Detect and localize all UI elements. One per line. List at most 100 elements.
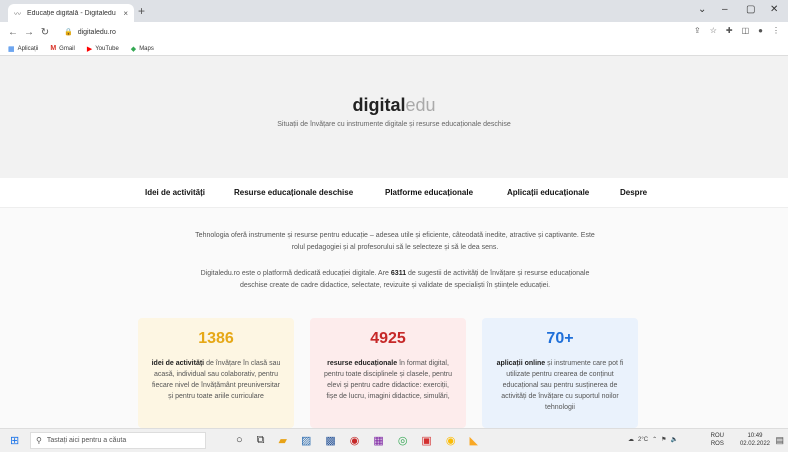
clock-date: 02.02.2022 [739,441,770,447]
stat-number: 70+ [546,330,574,347]
stat-description: idei de activități de învățare în clasă … [150,358,282,402]
about-text: de sugestii de activități de învățare și… [406,270,590,277]
stat-highlight: aplicații online [496,360,546,367]
app-yellow-icon[interactable]: ◣ [469,434,477,447]
intro-paragraph: Tehnologia oferă instrumente și resurse … [130,230,660,254]
lock-icon: 🔒 [64,29,73,36]
site-header: digitaledu Situații de învățare cu instr… [0,56,788,178]
stat-card-apps[interactable]: 70+ aplicații online și instrumente care… [482,318,638,428]
clock-time: 10:49 [747,433,763,439]
new-tab-button[interactable]: + [138,4,145,18]
about-paragraph: Digitaledu.ro este o platformă dedicată … [130,268,660,292]
logo-light-text: edu [405,95,436,115]
system-tray: ☁ 2°C ⌃ ⚑ 🔈 [628,436,678,444]
chrome-active-icon[interactable]: ◉ [446,434,456,447]
close-window-icon[interactable]: ✕ [770,4,778,15]
reload-icon[interactable]: ↻ [38,27,52,38]
browser-toolbar: ← → ↻ 🔒 digitaledu.ro [0,22,788,42]
file-explorer-icon[interactable]: ▰ [279,434,287,447]
suggestion-count: 6311 [390,270,407,277]
windows-start-icon[interactable]: ⊞ [10,434,19,447]
network-icon[interactable]: ⚑ [661,436,666,443]
bookmark-label: Aplicații [17,45,39,52]
windows-taskbar: ⊞ ⚲ Tastați aici pentru a căuta ○ ⧉ ▰ ▨ … [0,428,788,452]
back-arrow-icon[interactable]: ← [6,27,20,38]
bookmark-maps[interactable]: ◆ Maps [131,45,154,53]
share-icon[interactable]: ⇪ [694,26,701,35]
bookmark-label: Maps [139,45,154,52]
notifications-icon[interactable]: ▤ [775,435,784,446]
cortana-icon[interactable]: ○ [236,434,243,447]
forward-arrow-icon[interactable]: → [22,27,36,38]
bookmark-youtube[interactable]: ▶ YouTube [87,45,119,53]
profile-avatar-icon[interactable]: ● [758,26,763,35]
search-placeholder: Tastați aici pentru a căuta [46,437,127,444]
lang-layout: ROS [710,441,724,447]
nav-item-about[interactable]: Despre [620,188,647,197]
youtube-icon: ▶ [86,45,93,53]
site-tagline: Situații de învățare cu instrumente digi… [277,121,511,128]
minimize-icon[interactable]: – [722,4,728,15]
bookmark-gmail[interactable]: M Gmail [50,45,75,52]
photos-icon[interactable]: ▨ [301,434,311,447]
logo-main-text: digital [352,95,406,115]
url-text: digitaledu.ro [77,28,116,36]
gmail-icon: M [50,45,57,52]
task-view-icon[interactable]: ⧉ [257,434,265,447]
stat-description: aplicații online și instrumente care pot… [494,358,626,413]
taskbar-clock[interactable]: 10:49 02.02.2022 [740,432,770,448]
about-line: deschise create de cadre didactice, sele… [239,282,551,289]
tab-search-chevron-icon[interactable]: ⌄ [698,4,706,15]
site-favicon-icon: 〰 [14,10,21,18]
tab-close-icon[interactable]: × [123,9,128,18]
stat-number: 4925 [370,330,406,347]
extensions-icon[interactable]: ✚ [726,26,733,35]
stat-highlight: resurse educaționale [327,360,398,367]
stat-number: 1386 [198,330,234,347]
bookmark-label: Gmail [59,45,75,52]
stat-highlight: idei de activități [151,360,205,367]
nav-item-apps[interactable]: Aplicații educaționale [507,188,589,197]
address-bar[interactable]: 🔒 digitaledu.ro [64,25,754,39]
bookmarks-bar: ▦ Aplicații M Gmail ▶ YouTube ◆ Maps [0,42,788,56]
toolbar-icons: ⇪ ☆ ✚ ◫ ● ⋮ [694,26,780,35]
stat-card-resources[interactable]: 4925 resurse educaționale în format digi… [310,318,466,428]
acrobat-icon[interactable]: ▣ [421,434,431,447]
chevron-up-icon[interactable]: ⌃ [652,436,657,443]
intro-line: Tehnologia oferă instrumente și resurse … [195,232,595,239]
apps-grid-icon: ▦ [8,45,15,53]
stat-description: resurse educaționale în format digital, … [322,358,454,402]
star-bookmark-icon[interactable]: ☆ [710,26,717,35]
stat-card-activities[interactable]: 1386 idei de activități de învățare în c… [138,318,294,428]
tab-strip: 〰 Educație digitală - Digitaledu × + ⌄ –… [0,0,788,22]
volume-icon[interactable]: 🔈 [671,436,678,443]
site-logo[interactable]: digitaledu [0,95,788,116]
chrome-icon[interactable]: ◎ [398,434,408,447]
maps-icon: ◆ [130,45,137,53]
word-icon[interactable]: ▩ [325,434,335,447]
side-panel-icon[interactable]: ◫ [742,26,750,35]
about-line: Digitaledu.ro este o platformă dedicată … [130,268,660,280]
bookmark-apps[interactable]: ▦ Aplicații [8,45,38,53]
more-menu-icon[interactable]: ⋮ [772,26,780,35]
weather-icon: ☁ [628,437,635,443]
nav-item-open-resources[interactable]: Resurse educaționale deschise [234,188,353,197]
tab-title: Educație digitală - Digitaledu [27,9,116,17]
stat-text: și instrumente care pot fi utilizate pen… [501,360,624,411]
browser-tab[interactable]: 〰 Educație digitală - Digitaledu × [8,4,134,22]
bookmark-label: YouTube [95,45,119,52]
intro-line: rolul pedagogiei și al profesorului să l… [291,244,499,251]
lang-code: ROU [710,433,724,439]
app-purple-icon[interactable]: ▦ [373,434,383,447]
language-indicator[interactable]: ROU ROS [711,432,724,448]
taskbar-apps: ○ ⧉ ▰ ▨ ▩ ◉ ▦ ◎ ▣ ◉ ◣ [236,434,478,447]
nav-item-platforms[interactable]: Platforme educaționale [385,188,473,197]
main-navigation: Idei de activități Resurse educaționale … [0,178,788,208]
weather-temperature: 2°C [638,436,649,443]
app-red-icon[interactable]: ◉ [350,434,360,447]
taskbar-search-box[interactable]: ⚲ Tastați aici pentru a căuta [30,432,206,449]
maximize-icon[interactable]: ▢ [746,4,755,15]
search-icon: ⚲ [36,436,42,445]
nav-item-activity-ideas[interactable]: Idei de activități [145,188,205,197]
about-text: Digitaledu.ro este o platformă dedicată … [200,270,391,277]
